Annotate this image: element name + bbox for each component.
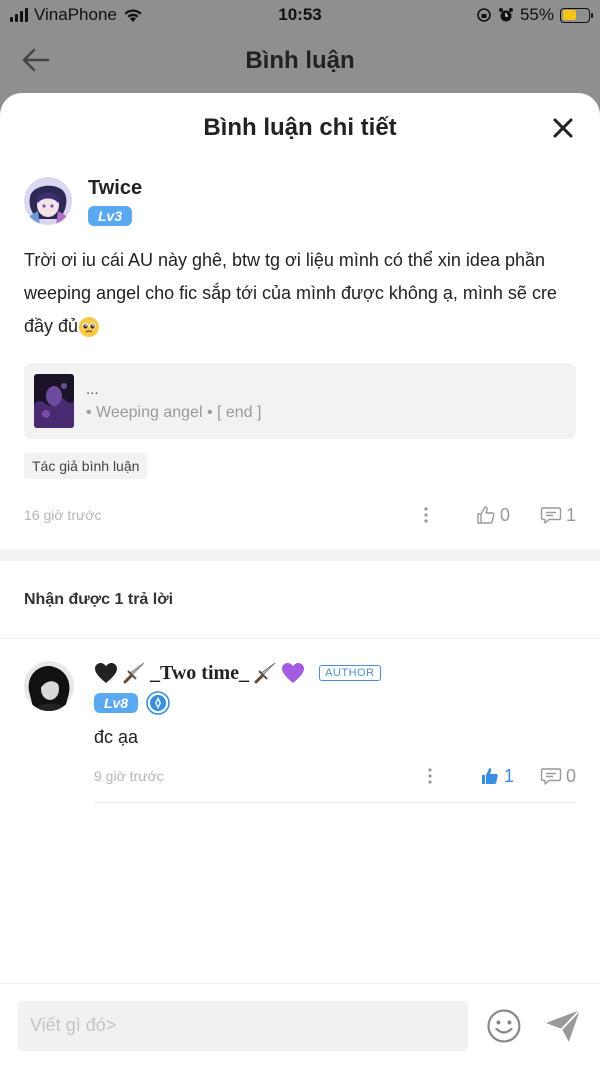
like-count: 1	[503, 765, 514, 786]
more-options-icon[interactable]	[420, 766, 440, 786]
reply-actions: 9 giờ trước 1 0	[94, 756, 576, 796]
dagger-icon	[123, 662, 145, 684]
page-title: Bình luận	[245, 47, 355, 74]
purple-heart-icon	[282, 663, 305, 683]
reply-button[interactable]: 0	[540, 766, 576, 787]
author-badge: AUTHOR	[319, 665, 381, 681]
replies-header: Nhận được 1 trả lời	[0, 561, 600, 639]
reply-count: 1	[565, 504, 576, 525]
wifi-icon	[124, 9, 142, 22]
like-button[interactable]: 1	[480, 766, 514, 787]
comment-body: Trời ơi iu cái AU này ghê, btw tg ơi liệ…	[24, 250, 557, 336]
back-arrow-icon[interactable]	[20, 44, 52, 76]
reply-button[interactable]: 1	[540, 505, 576, 526]
reply-time: 9 giờ trước	[94, 768, 164, 784]
screen-lock-icon	[477, 8, 491, 22]
verified-writer-icon	[146, 691, 170, 715]
comment-bubble-icon	[540, 507, 562, 524]
story-card[interactable]: ... • Weeping angel • [ end ]	[24, 363, 576, 439]
main-comment: Twice Lv3 Trời ơi iu cái AU này ghê, btw…	[0, 163, 600, 535]
battery-icon	[560, 7, 593, 23]
reply-avatar[interactable]	[24, 661, 74, 711]
close-icon[interactable]	[550, 115, 576, 141]
thumbs-up-filled-icon	[481, 768, 498, 784]
comment-actions: 16 giờ trước 0 1	[24, 495, 576, 535]
comment-input-bar	[0, 983, 600, 1067]
comment-text: Trời ơi iu cái AU này ghê, btw tg ơi liệ…	[24, 244, 576, 343]
reply-username[interactable]: _Two time_	[150, 662, 249, 685]
pleading-face-emoji-icon	[79, 317, 100, 338]
story-title: ...	[86, 380, 99, 398]
alarm-icon	[498, 8, 513, 22]
dagger-icon	[254, 662, 276, 684]
sheet-header: Bình luận chi tiết	[0, 93, 600, 163]
level-badge: Lv3	[88, 206, 133, 226]
black-heart-icon	[95, 663, 117, 683]
comment-detail-sheet: Bình luận chi tiết Twice Lv3 Trời ơi iu …	[0, 93, 600, 1067]
comment-time: 16 giờ trước	[24, 507, 102, 523]
like-button[interactable]: 0	[476, 505, 510, 526]
emoji-icon[interactable]	[486, 1008, 522, 1044]
reply-count: 0	[565, 765, 576, 786]
send-icon[interactable]	[544, 1008, 582, 1044]
top-nav: Bình luận	[0, 30, 600, 92]
comment-bubble-icon	[540, 768, 562, 785]
avatar[interactable]	[24, 177, 72, 225]
more-options-icon[interactable]	[416, 505, 436, 525]
reply-text: đc ạa	[94, 727, 139, 747]
level-badge: Lv8	[94, 693, 139, 713]
story-cover	[34, 374, 74, 428]
section-divider	[0, 549, 600, 561]
reply-item: _Two time_ AUTHOR Lv8 đc ạa 9 giờ trước …	[0, 639, 600, 803]
like-count: 0	[499, 504, 510, 525]
status-bar: VinaPhone 10:53 55%	[0, 0, 600, 30]
thumbs-up-icon	[477, 506, 495, 524]
story-subtitle: • Weeping angel • [ end ]	[86, 403, 262, 421]
comment-input[interactable]	[18, 1000, 469, 1051]
carrier-name: VinaPhone	[34, 5, 117, 24]
clock: 10:53	[278, 5, 322, 24]
author-comment-tag: Tác giả bình luận	[24, 453, 148, 479]
signal-icon	[10, 8, 28, 22]
username[interactable]: Twice	[88, 177, 142, 200]
sheet-title: Bình luận chi tiết	[203, 114, 397, 141]
battery-percent: 55%	[519, 5, 554, 24]
